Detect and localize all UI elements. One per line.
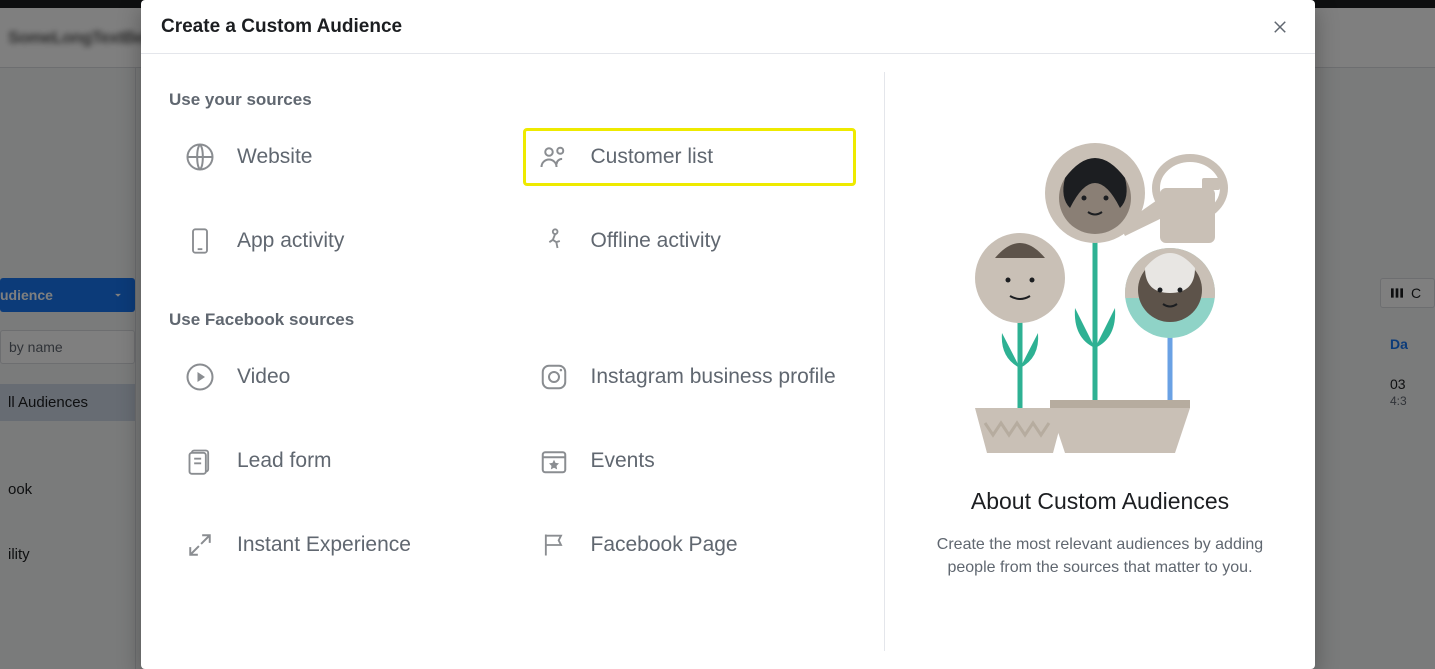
sources-pane: Use your sources Website Customer list	[141, 54, 884, 669]
flower-people-illustration	[950, 118, 1250, 458]
fb-sources-grid: Video Instagram business profile Lead fo…	[169, 348, 856, 574]
globe-icon	[185, 142, 215, 172]
about-description: Create the most relevant audiences by ad…	[920, 533, 1280, 579]
modal-header: Create a Custom Audience	[141, 0, 1315, 54]
option-lead-form-label: Lead form	[237, 448, 332, 474]
option-customer-list-label: Customer list	[591, 144, 714, 170]
instagram-icon	[539, 362, 569, 392]
option-video[interactable]: Video	[169, 348, 503, 406]
option-app-activity-label: App activity	[237, 228, 344, 254]
option-instant-experience-label: Instant Experience	[237, 532, 411, 558]
option-facebook-page[interactable]: Facebook Page	[523, 516, 857, 574]
option-customer-list[interactable]: Customer list	[523, 128, 857, 186]
walking-icon	[539, 226, 569, 256]
close-button[interactable]	[1265, 12, 1295, 42]
modal-body: Use your sources Website Customer list	[141, 54, 1315, 669]
option-app-activity[interactable]: App activity	[169, 212, 503, 270]
option-instagram[interactable]: Instagram business profile	[523, 348, 857, 406]
about-pane: About Custom Audiences Create the most r…	[885, 54, 1315, 669]
phone-icon	[185, 226, 215, 256]
option-website-label: Website	[237, 144, 312, 170]
expand-icon	[185, 530, 215, 560]
create-custom-audience-modal: Create a Custom Audience Use your source…	[141, 0, 1315, 669]
about-title: About Custom Audiences	[971, 488, 1229, 515]
your-sources-grid: Website Customer list App activity	[169, 128, 856, 270]
option-offline-activity[interactable]: Offline activity	[523, 212, 857, 270]
fb-sources-heading: Use Facebook sources	[169, 310, 856, 330]
calendar-star-icon	[539, 446, 569, 476]
modal-title: Create a Custom Audience	[161, 16, 402, 38]
option-video-label: Video	[237, 364, 290, 390]
option-offline-activity-label: Offline activity	[591, 228, 721, 254]
option-instant-experience[interactable]: Instant Experience	[169, 516, 503, 574]
close-icon	[1271, 18, 1289, 36]
option-lead-form[interactable]: Lead form	[169, 432, 503, 490]
play-circle-icon	[185, 362, 215, 392]
people-icon	[539, 142, 569, 172]
option-events-label: Events	[591, 448, 655, 474]
option-events[interactable]: Events	[523, 432, 857, 490]
form-icon	[185, 446, 215, 476]
option-instagram-label: Instagram business profile	[591, 364, 836, 390]
option-facebook-page-label: Facebook Page	[591, 532, 738, 558]
option-website[interactable]: Website	[169, 128, 503, 186]
your-sources-heading: Use your sources	[169, 90, 856, 110]
flag-icon	[539, 530, 569, 560]
